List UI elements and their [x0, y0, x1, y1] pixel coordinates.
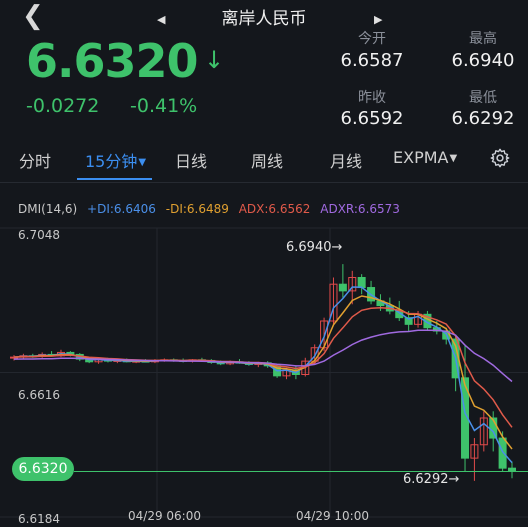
tab-daily[interactable]: 日线 [175, 148, 207, 172]
tab-expma[interactable]: EXPMA▼ [393, 148, 457, 167]
adx-value: ADX:6.6562 [238, 202, 311, 216]
high-label: 最高 [469, 31, 497, 47]
tab-15min[interactable]: 15分钟▼ [85, 148, 146, 172]
tab-monthly[interactable]: 月线 [330, 148, 362, 172]
period-tabs: 分时 15分钟▼ 日线 周线 月线 EXPMA▼ [0, 140, 528, 180]
indicator-name: DMI(14,6) [18, 202, 78, 216]
open-value: 6.6587 [340, 50, 404, 71]
adxr-line [13, 329, 513, 383]
caret-down-icon: ▼ [449, 153, 458, 164]
low-label: 最低 [469, 90, 497, 106]
high-annotation-value: 6.6940 [286, 240, 332, 255]
active-tab-underline [77, 178, 152, 180]
triangle-right-icon[interactable]: ▶ [374, 13, 382, 26]
pdi-line [13, 286, 513, 464]
current-price-badge: 6.6320 [12, 457, 74, 481]
pdi-value: +DI:6.6406 [87, 202, 156, 216]
candle-body [498, 437, 507, 469]
price-change: -0.0272 [26, 95, 100, 117]
gear-icon[interactable] [489, 147, 511, 169]
y-axis-bottom-label: 6.6184 [18, 512, 60, 526]
tab-weekly[interactable]: 周线 [251, 148, 283, 172]
candle-body [357, 277, 366, 289]
x-axis-label-2: 04/29 10:00 [296, 509, 369, 523]
divider [0, 182, 528, 183]
tab-expma-label: EXPMA [393, 148, 449, 167]
high-annotation: 6.6940→ [286, 240, 343, 255]
low-annotation-value: 6.6292 [403, 472, 449, 487]
prev-close-value: 6.6592 [340, 108, 404, 129]
triangle-left-icon[interactable]: ◀ [157, 13, 165, 26]
indicator-legend: DMI(14,6) +DI:6.6406 -DI:6.6489 ADX:6.65… [18, 202, 406, 216]
price-change-pct: -0.41% [130, 95, 198, 117]
low-annotation: 6.6292→ [403, 472, 460, 487]
high-value: 6.6940 [451, 50, 515, 71]
candle-body [508, 467, 516, 473]
caret-down-icon: ▼ [138, 157, 147, 168]
adxr-value: ADXR:6.6573 [320, 202, 400, 216]
tab-15min-label: 15分钟 [85, 152, 138, 171]
mdi-value: -DI:6.6489 [165, 202, 229, 216]
candle-body [338, 283, 347, 292]
tab-intraday[interactable]: 分时 [19, 148, 51, 172]
low-value: 6.6292 [451, 108, 515, 129]
y-axis-top-label: 6.7048 [18, 228, 60, 242]
prev-close-label: 昨收 [358, 90, 386, 106]
open-label: 今开 [358, 31, 386, 47]
y-axis-mid-label: 6.6616 [18, 388, 60, 402]
x-axis-label-1: 04/29 06:00 [128, 509, 201, 523]
page-title: 离岸人民币 [221, 9, 307, 29]
down-arrow-icon: ↓ [204, 46, 225, 74]
current-price: 6.6320 [26, 34, 199, 88]
